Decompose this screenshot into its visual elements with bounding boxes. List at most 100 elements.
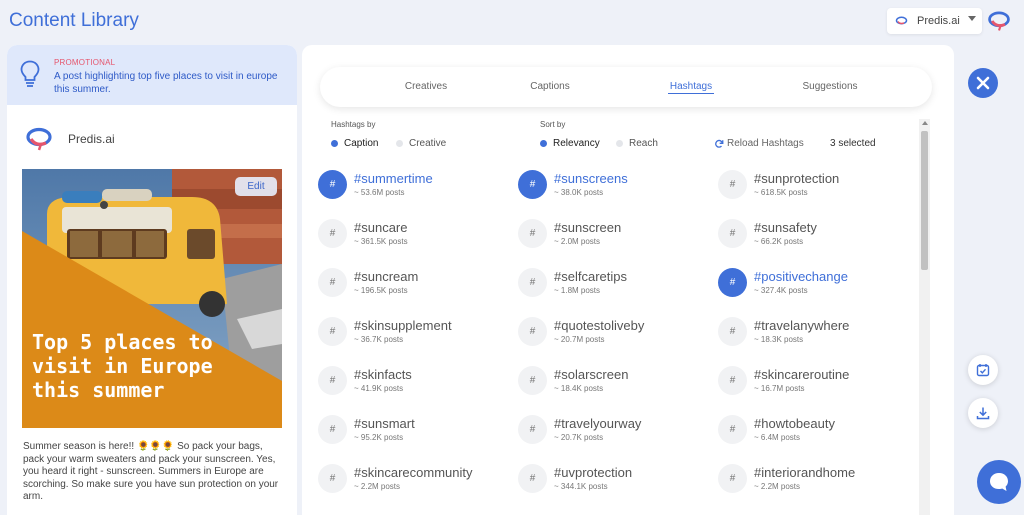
predis-logo-icon	[895, 16, 908, 25]
download-button[interactable]	[968, 398, 998, 428]
tab-creatives[interactable]: Creatives	[386, 81, 466, 92]
download-icon	[976, 407, 990, 420]
hash-icon[interactable]: #	[318, 317, 347, 346]
hashtag-post-count: ~ 20.7M posts	[554, 335, 605, 344]
hashtag-name: #solarscreen	[554, 367, 629, 382]
hashtag-item[interactable]: # #summertime ~ 53.6M posts	[318, 168, 518, 208]
radio-creative[interactable]: Creative	[396, 138, 446, 149]
hashtag-post-count: ~ 2.2M posts	[354, 482, 401, 491]
hashtag-name: #skinsupplement	[354, 318, 452, 333]
account-dropdown[interactable]: Predis.ai	[887, 8, 982, 34]
hashtag-item[interactable]: # #solarscreen ~ 18.4K posts	[518, 364, 718, 404]
radio-reach[interactable]: Reach	[616, 138, 658, 149]
hashtag-item[interactable]: # #sunscreen ~ 2.0M posts	[518, 217, 718, 257]
radio-relevancy[interactable]: Relevancy	[540, 138, 600, 149]
hashtag-item[interactable]: # #skincarecommunity ~ 2.2M posts	[318, 462, 518, 502]
hash-icon[interactable]: #	[718, 415, 747, 444]
hash-icon[interactable]: #	[718, 219, 747, 248]
radio-dot	[396, 140, 403, 147]
hashtag-item[interactable]: # #sunsafety ~ 66.2K posts	[718, 217, 918, 257]
hash-icon[interactable]: #	[518, 464, 547, 493]
close-button[interactable]	[968, 68, 998, 98]
hashtag-item[interactable]: # #skincareroutine ~ 16.7M posts	[718, 364, 918, 404]
brand-name: Predis.ai	[68, 132, 115, 146]
hashtag-post-count: ~ 20.7K posts	[554, 433, 604, 442]
hash-icon[interactable]: #	[318, 415, 347, 444]
reload-icon	[715, 139, 724, 148]
hash-icon[interactable]: #	[718, 464, 747, 493]
hashtag-item[interactable]: # #travelyourway ~ 20.7K posts	[518, 413, 718, 453]
hashtag-item[interactable]: # #positivechange ~ 327.4K posts	[718, 266, 918, 306]
hashtag-name: #suncare	[354, 220, 408, 235]
tab-hashtags[interactable]: Hashtags	[668, 81, 714, 94]
hash-icon[interactable]: #	[718, 170, 747, 199]
hash-icon[interactable]: #	[518, 415, 547, 444]
selected-count: 3 selected	[830, 138, 876, 149]
hash-icon[interactable]: #	[318, 464, 347, 493]
hashtag-item[interactable]: # #sunprotection ~ 618.5K posts	[718, 168, 918, 208]
edit-button[interactable]: Edit	[235, 177, 277, 196]
hashtag-item[interactable]: # #selfcaretips ~ 1.8M posts	[518, 266, 718, 306]
hashtag-name: #travelyourway	[554, 416, 642, 431]
hashtag-post-count: ~ 344.1K posts	[554, 482, 608, 491]
hashtag-item[interactable]: # #uvprotection ~ 344.1K posts	[518, 462, 718, 502]
hashtag-name: #positivechange	[754, 269, 848, 284]
scrollbar[interactable]	[919, 119, 930, 515]
post-preview-panel: PROMOTIONAL A post highlighting top five…	[7, 45, 297, 515]
radio-label: Relevancy	[553, 138, 600, 149]
hashtag-item[interactable]: # #interiorandhome ~ 2.2M posts	[718, 462, 918, 502]
hashtag-item[interactable]: # #suncare ~ 361.5K posts	[318, 217, 518, 257]
prompt-text: A post highlighting top five places to v…	[54, 71, 278, 95]
hash-icon[interactable]: #	[718, 366, 747, 395]
hashtag-item[interactable]: # #sunscreens ~ 38.0K posts	[518, 168, 718, 208]
tab-captions[interactable]: Captions	[510, 81, 590, 92]
hashtag-name: #suncream	[354, 269, 419, 284]
hashtag-post-count: ~ 18.3K posts	[754, 335, 804, 344]
reload-label: Reload Hashtags	[727, 138, 804, 149]
hashtag-post-count: ~ 18.4K posts	[554, 384, 604, 393]
hash-icon[interactable]: #	[518, 219, 547, 248]
creative-headline-line: visit in Europe	[32, 354, 213, 378]
calendar-check-icon	[976, 364, 990, 377]
radio-caption[interactable]: Caption	[331, 138, 378, 149]
hash-icon[interactable]: #	[718, 268, 747, 297]
hashtag-name: #travelanywhere	[754, 318, 850, 333]
hashtag-name: #summertime	[354, 171, 433, 186]
hashtag-item[interactable]: # #sunsmart ~ 95.2K posts	[318, 413, 518, 453]
hash-icon[interactable]: #	[518, 317, 547, 346]
radio-label: Caption	[344, 138, 379, 149]
creative-headline-line: Top 5 places to	[32, 330, 213, 354]
hashtag-name: #sunscreens	[554, 171, 628, 186]
tab-suggestions[interactable]: Suggestions	[790, 81, 870, 92]
hashtag-item[interactable]: # #skinfacts ~ 41.9K posts	[318, 364, 518, 404]
chat-button[interactable]	[977, 460, 1021, 504]
hashtag-item[interactable]: # #howtobeauty ~ 6.4M posts	[718, 413, 918, 453]
hashtag-name: #howtobeauty	[754, 416, 835, 431]
hashtag-post-count: ~ 1.8M posts	[554, 286, 601, 295]
creative-headline: Top 5 places to visit in Europe this sum…	[32, 330, 213, 402]
predis-logo-icon[interactable]	[987, 10, 1011, 32]
hash-icon[interactable]: #	[518, 366, 547, 395]
scroll-up-arrow[interactable]	[922, 121, 928, 125]
hash-icon[interactable]: #	[718, 317, 747, 346]
hash-icon[interactable]: #	[318, 219, 347, 248]
reload-hashtags-button[interactable]: Reload Hashtags	[714, 138, 804, 149]
hashtag-post-count: ~ 66.2K posts	[754, 237, 804, 246]
hash-icon[interactable]: #	[318, 170, 347, 199]
hash-icon[interactable]: #	[318, 366, 347, 395]
hash-icon[interactable]: #	[518, 170, 547, 199]
hash-icon[interactable]: #	[318, 268, 347, 297]
radio-dot	[540, 140, 547, 147]
hashtag-item[interactable]: # #skinsupplement ~ 36.7K posts	[318, 315, 518, 355]
post-caption: Summer season is here!! 🌻🌻🌻 So pack your…	[23, 441, 285, 504]
hashtag-item[interactable]: # #travelanywhere ~ 18.3K posts	[718, 315, 918, 355]
lightbulb-icon	[20, 60, 40, 87]
scrollbar-thumb[interactable]	[921, 131, 928, 270]
hash-icon[interactable]: #	[518, 268, 547, 297]
hashtag-item[interactable]: # #suncream ~ 196.5K posts	[318, 266, 518, 306]
hashtag-item[interactable]: # #quotestoliveby ~ 20.7M posts	[518, 315, 718, 355]
close-icon	[976, 76, 990, 90]
schedule-button[interactable]	[968, 355, 998, 385]
hashtag-name: #skincarecommunity	[354, 465, 473, 480]
hashtag-name: #selfcaretips	[554, 269, 627, 284]
